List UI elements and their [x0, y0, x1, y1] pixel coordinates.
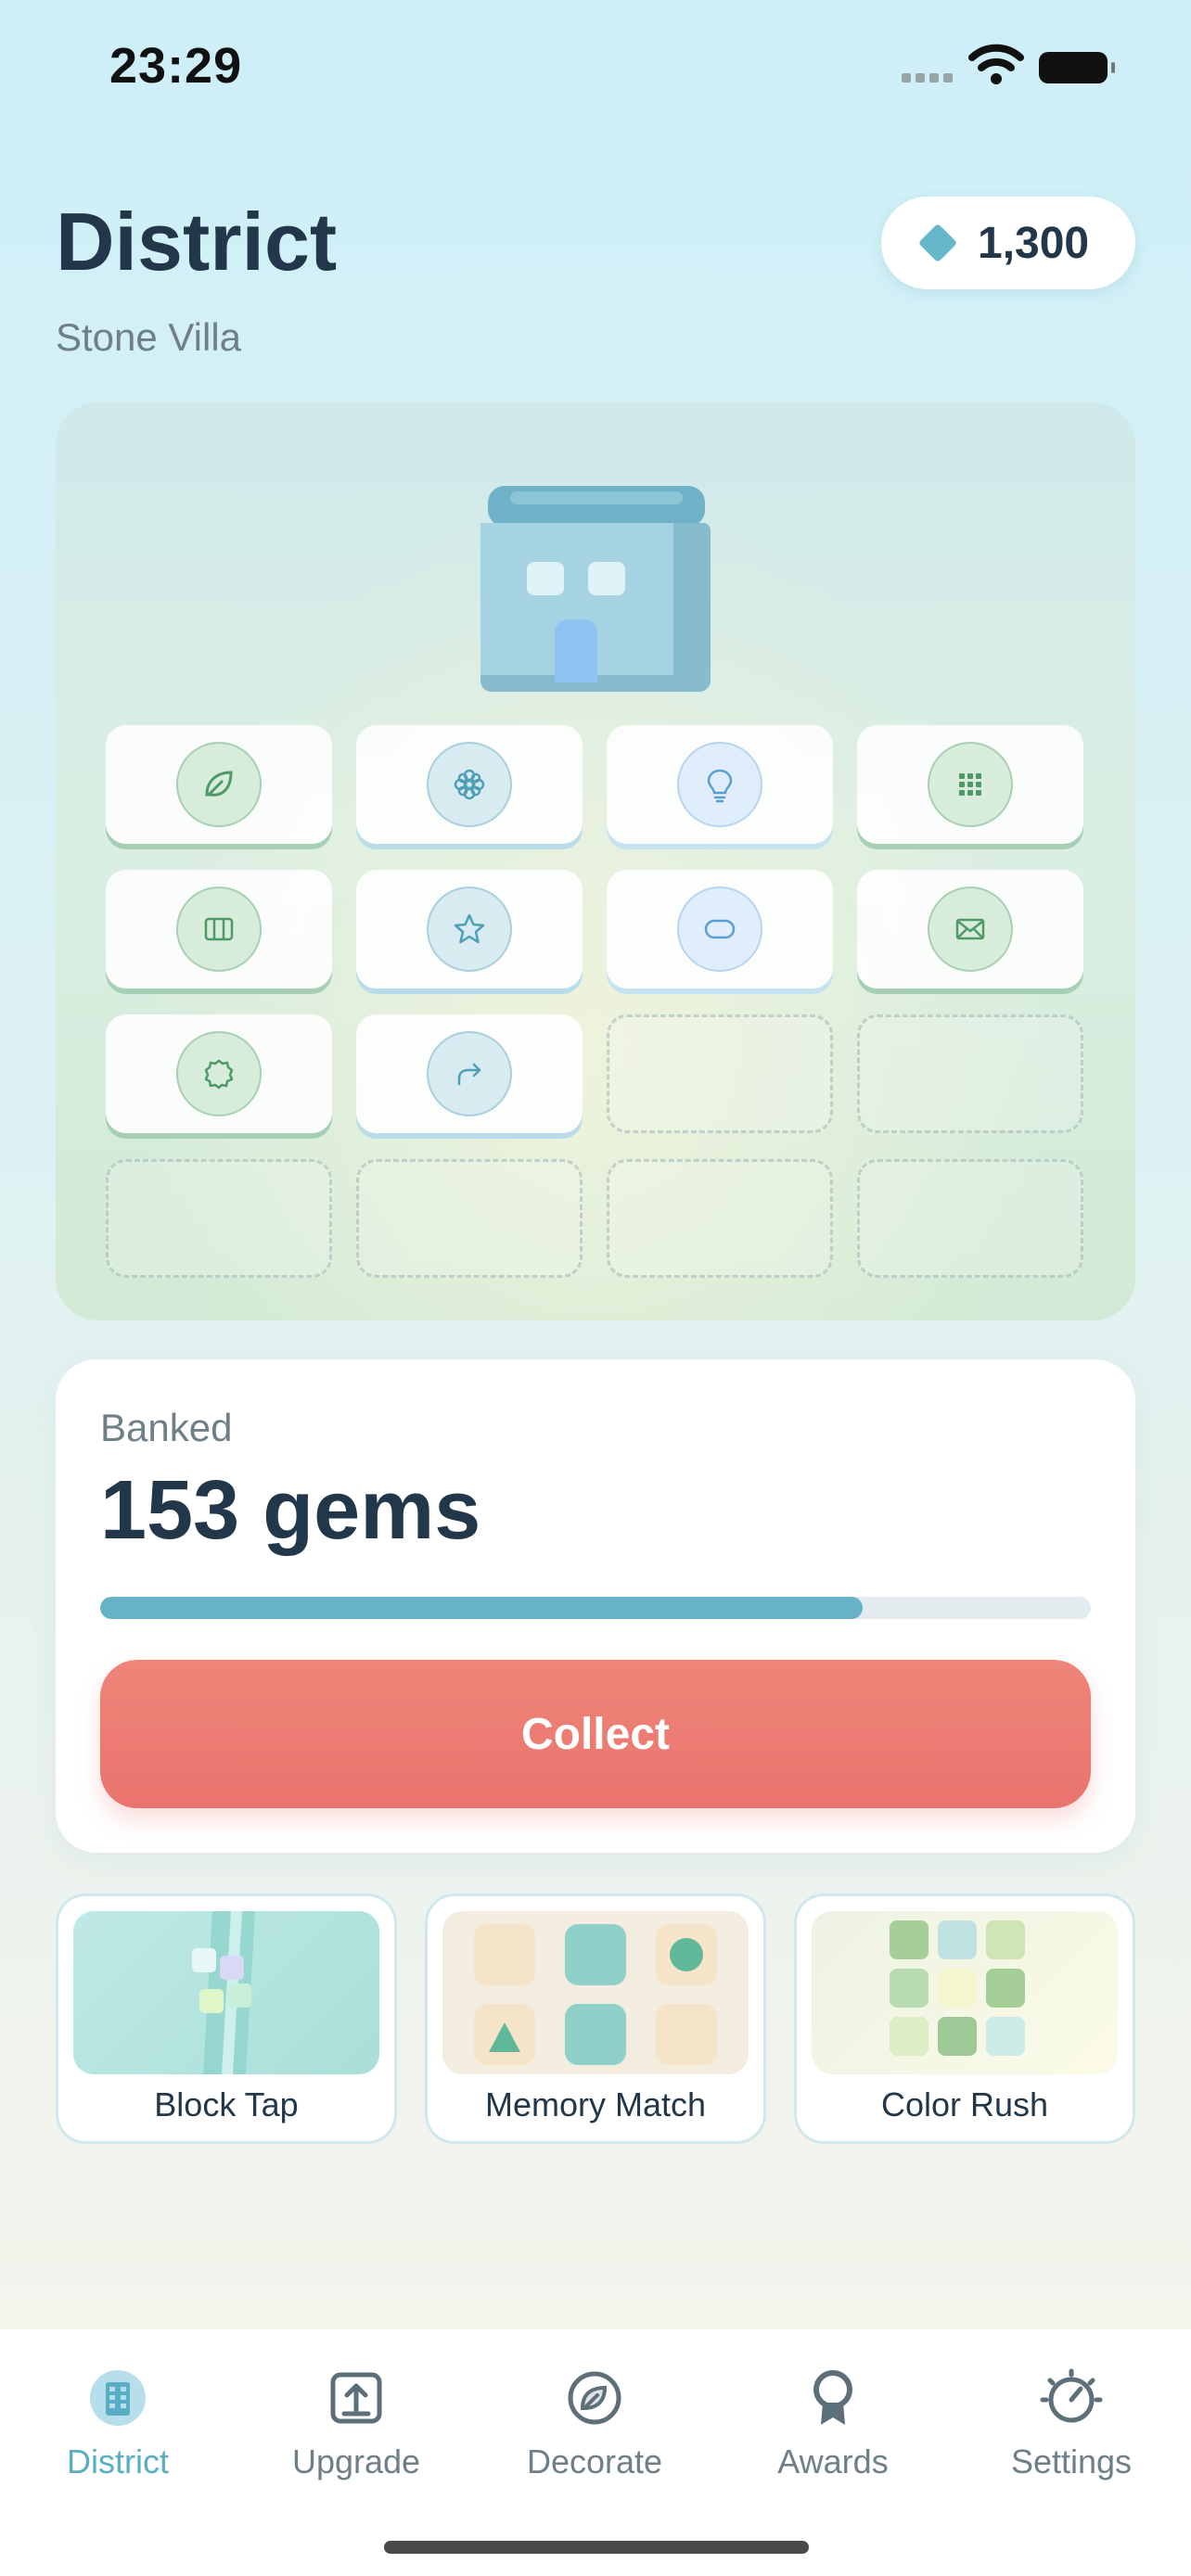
- capsule-icon: [677, 886, 762, 972]
- tab-awards[interactable]: Awards: [740, 2361, 926, 2481]
- empty-slot: [106, 1159, 332, 1278]
- building-icon: [81, 2361, 155, 2435]
- battery-icon: [1039, 52, 1115, 83]
- district-card: [56, 402, 1135, 1320]
- mini-games-row: Block Tap Memory Match Color Rush: [56, 1894, 1135, 2146]
- empty-slot: [607, 1014, 833, 1133]
- gem-icon: [917, 223, 958, 263]
- upgrade-tile[interactable]: [857, 725, 1083, 844]
- game-card-color-rush[interactable]: Color Rush: [794, 1894, 1135, 2144]
- flower-icon: [427, 742, 512, 827]
- upgrade-tile[interactable]: [106, 1014, 332, 1133]
- upgrade-tile[interactable]: [356, 725, 583, 844]
- share-arrow-icon: [427, 1031, 512, 1116]
- home-indicator[interactable]: [384, 2541, 809, 2554]
- tab-settings[interactable]: Settings: [979, 2361, 1164, 2481]
- banked-value: 153 gems: [100, 1464, 481, 1557]
- empty-slot: [857, 1159, 1083, 1278]
- star-icon: [427, 886, 512, 972]
- collect-button[interactable]: Collect: [100, 1660, 1091, 1808]
- color-rush-thumbnail: [812, 1911, 1118, 2074]
- upgrade-tile[interactable]: [106, 725, 332, 844]
- building-illustration: [480, 486, 712, 699]
- upgrade-tile[interactable]: [857, 870, 1083, 988]
- decorate-leaf-icon: [557, 2361, 632, 2435]
- envelope-icon: [928, 886, 1013, 972]
- cellular-signal-icon: [902, 70, 957, 87]
- memory-match-thumbnail: [442, 1911, 749, 2074]
- tab-upgrade[interactable]: Upgrade: [263, 2361, 449, 2481]
- leaf-icon: [176, 742, 262, 827]
- tab-decorate[interactable]: Decorate: [502, 2361, 687, 2481]
- page-subtitle: Stone Villa: [56, 315, 242, 359]
- upgrade-tile[interactable]: [356, 1014, 583, 1133]
- upgrade-arrow-icon: [319, 2361, 393, 2435]
- upgrade-tile[interactable]: [607, 870, 833, 988]
- bank-progress-bar: [100, 1597, 1091, 1619]
- empty-slot: [607, 1159, 833, 1278]
- grid-dots-icon: [928, 742, 1013, 827]
- game-card-memory-match[interactable]: Memory Match: [425, 1894, 766, 2144]
- game-card-block-tap[interactable]: Block Tap: [56, 1894, 397, 2144]
- app-screen: 23:29 District Stone Villa 1,300 Banked …: [0, 0, 1191, 2576]
- tab-label: Awards: [777, 2442, 889, 2480]
- tab-label: Upgrade: [291, 2442, 421, 2480]
- banked-card: Banked 153 gems Collect: [56, 1359, 1135, 1853]
- lightbulb-icon: [677, 742, 762, 827]
- empty-slot: [857, 1014, 1083, 1133]
- badge-icon: [176, 1031, 262, 1116]
- tab-label: Settings: [1010, 2442, 1133, 2480]
- empty-slot: [356, 1159, 583, 1278]
- banked-label: Banked: [100, 1406, 233, 1449]
- gem-balance: 1,300: [978, 218, 1090, 268]
- status-time: 23:29: [109, 38, 243, 94]
- columns-icon: [176, 886, 262, 972]
- upgrade-tile[interactable]: [607, 725, 833, 844]
- block-tap-thumbnail: [73, 1911, 379, 2074]
- page-title: District: [56, 196, 338, 287]
- upgrade-tile[interactable]: [356, 870, 583, 988]
- game-label: Memory Match: [484, 2085, 707, 2123]
- wifi-icon: [968, 44, 1024, 84]
- game-label: Block Tap: [154, 2085, 299, 2123]
- ribbon-icon: [796, 2361, 870, 2435]
- gem-balance-pill[interactable]: 1,300: [881, 197, 1135, 289]
- gauge-settings-icon: [1034, 2361, 1108, 2435]
- upgrade-tile[interactable]: [106, 870, 332, 988]
- status-bar: 23:29: [0, 0, 1191, 139]
- tab-district[interactable]: District: [25, 2361, 211, 2481]
- tab-label: Decorate: [526, 2442, 663, 2480]
- bank-progress-fill: [100, 1597, 864, 1619]
- bottom-tab-bar: District Upgrade Decorate Awards Setting…: [0, 2329, 1191, 2576]
- tab-label: District: [67, 2442, 169, 2480]
- game-label: Color Rush: [880, 2085, 1049, 2123]
